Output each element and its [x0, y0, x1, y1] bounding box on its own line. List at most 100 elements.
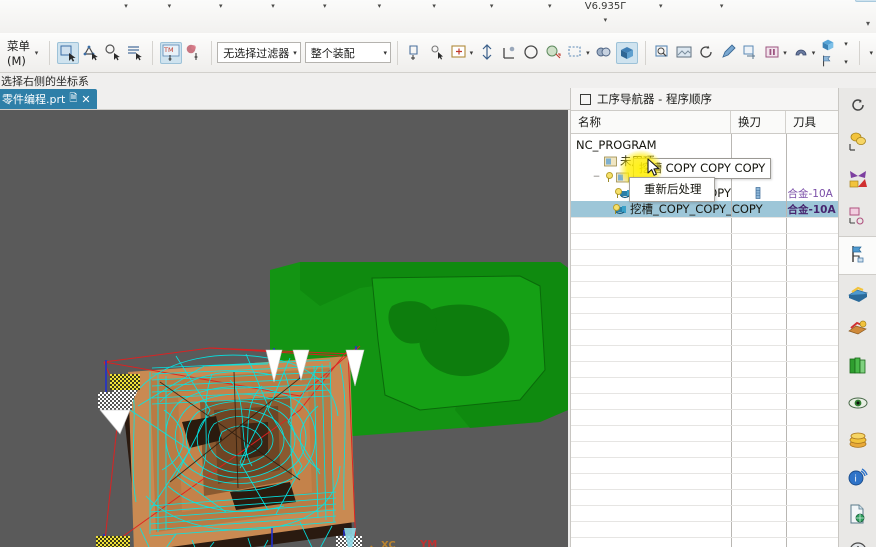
column-header-tool[interactable]: 刀具 — [786, 111, 838, 133]
chevron-down-icon[interactable]: ▾ — [378, 2, 382, 10]
box-icon[interactable] — [819, 37, 841, 53]
panel-pin-icon[interactable] — [580, 93, 591, 105]
axis-icon[interactable] — [499, 42, 519, 64]
tree-expander-icon[interactable] — [592, 157, 601, 166]
context-menu-item-repost[interactable]: 重新后处理 — [630, 178, 714, 201]
chevron-down-icon[interactable]: ▾ — [323, 2, 327, 10]
context-menu[interactable]: 重新后处理 — [629, 177, 715, 202]
chevron-down-icon[interactable]: ▾ — [586, 49, 590, 57]
folder-icon — [604, 156, 617, 167]
render-style-icon[interactable] — [594, 42, 614, 64]
measure-icon[interactable] — [477, 42, 497, 64]
status-lamp-icon[interactable] — [613, 187, 625, 199]
menu-button[interactable]: 菜单(M) ▾ — [2, 35, 43, 71]
snap-icon[interactable] — [427, 42, 447, 64]
chevron-down-icon[interactable]: ▾ — [168, 2, 172, 10]
rail-button-wifi-info[interactable]: i — [839, 460, 876, 497]
rail-button-books[interactable] — [839, 275, 876, 312]
ribbon-overflow-caret[interactable]: ▾ — [866, 19, 870, 28]
navigator-row-name-cell[interactable]: NC_PROGRAM — [571, 138, 729, 152]
ribbon-tab-6[interactable]: 渲染(R)▾ — [247, 0, 299, 10]
navigator-row[interactable]: 挖槽_COPY_COPY_COPY 合金-10A — [571, 201, 839, 217]
zoom-fit-icon[interactable] — [652, 42, 672, 64]
tree-expander-icon[interactable]: − — [592, 172, 601, 182]
rail-button-document-globe[interactable] — [839, 497, 876, 534]
lock-icon[interactable]: 🗎 — [69, 91, 77, 108]
ribbon-tab-12[interactable]: 望工外挂V6.935Γ▾ — [576, 0, 634, 24]
rail-button-refresh[interactable] — [839, 88, 876, 125]
chevron-down-icon[interactable]: ▾ — [124, 2, 128, 10]
pause-icon[interactable] — [762, 42, 782, 64]
image-icon[interactable] — [674, 42, 694, 64]
ribbon-tab-bar: 主页装配曲线曲面▾分析(L)▾视图(V)▾渲染(R)▾工具(T)▾应用模块▾图号… — [0, 0, 876, 34]
tnt-icon[interactable]: TM — [159, 41, 182, 64]
ribbon-tab-11[interactable]: 图层(G)▾ — [523, 0, 576, 10]
ribbon-tab-3[interactable]: 曲面▾ — [108, 0, 144, 10]
chevron-down-icon[interactable]: ▾ — [844, 40, 848, 48]
select-face-icon[interactable] — [81, 42, 101, 64]
ribbon-tab-13[interactable]: 帮助(H)▾ — [634, 0, 687, 10]
ribbon-tab-9[interactable]: 图号(S)▾ — [408, 0, 460, 10]
rail-button-butterfly[interactable] — [839, 162, 876, 199]
rotate-icon[interactable] — [521, 42, 541, 64]
pen-icon[interactable] — [718, 42, 738, 64]
navigator-row[interactable]: NC_PROGRAM — [571, 137, 839, 153]
insert-frame-icon[interactable] — [449, 42, 469, 64]
chevron-down-icon[interactable]: ▾ — [844, 58, 848, 66]
select-object-icon[interactable] — [56, 41, 79, 64]
rail-button-green-book[interactable] — [839, 349, 876, 386]
geometry-icon[interactable] — [184, 42, 204, 64]
chevron-down-icon[interactable]: ▾ — [490, 2, 494, 10]
column-header-toolchange[interactable]: 换刀 — [731, 111, 786, 133]
chevron-down-icon[interactable]: ▾ — [812, 49, 816, 57]
navigator-tree[interactable]: 挖槽_COPY_COPY_COPY合金-10A挖槽_COPY_COPY合金-10… — [571, 134, 839, 547]
rail-button-flag-tree[interactable] — [839, 236, 876, 275]
select-edge-icon[interactable] — [125, 42, 145, 64]
chevron-down-icon[interactable]: ▾ — [470, 49, 474, 57]
chevron-down-icon[interactable]: ▾ — [432, 2, 436, 10]
rail-button-clock[interactable] — [839, 534, 876, 547]
status-lamp-icon[interactable] — [604, 171, 613, 183]
flag-tree-icon — [847, 243, 869, 269]
chevron-down-icon[interactable]: ▾ — [604, 16, 608, 24]
ribbon-tab-5[interactable]: 视图(V)▾ — [195, 0, 247, 10]
column-header-name[interactable]: 名称 — [571, 111, 731, 133]
select-point-icon[interactable] — [103, 42, 123, 64]
toolbar-overflow-caret[interactable]: ▾ — [869, 49, 873, 57]
flag-icon[interactable] — [819, 53, 841, 69]
chevron-down-icon[interactable]: ▾ — [271, 2, 275, 10]
layout-icon[interactable] — [740, 42, 760, 64]
selection-filter-select[interactable]: 无选择过滤器 ▾ — [217, 42, 301, 63]
gold-coins-icon — [847, 131, 869, 157]
ribbon-tab-10[interactable]: 自定义(C)▾ — [460, 0, 523, 10]
sphere-icon[interactable] — [543, 42, 563, 64]
chevron-down-icon[interactable]: ▾ — [783, 49, 787, 57]
tree-expander-icon[interactable] — [608, 189, 610, 198]
rail-button-paint[interactable] — [839, 312, 876, 349]
graphics-viewport[interactable]: XC YM — [0, 110, 568, 547]
ribbon-tab-17[interactable]: 程序顺序视图 — [854, 0, 876, 2]
ribbon-tab-4[interactable]: 分析(L)▾ — [144, 0, 195, 10]
rail-button-gold-coins[interactable] — [839, 125, 876, 162]
ribbon-tab-14[interactable]: 双工天加工▾ — [687, 0, 756, 10]
file-tab[interactable]: 零件编程.prt 🗎 ✕ — [0, 89, 97, 109]
rail-button-eye[interactable] — [839, 386, 876, 423]
rail-button-coins-stack[interactable] — [839, 423, 876, 460]
navigator-row-name-cell[interactable]: 挖槽_COPY_COPY_COPY — [571, 201, 763, 217]
move-object-icon[interactable] — [405, 42, 425, 64]
close-icon[interactable]: ✕ — [81, 93, 90, 106]
chevron-down-icon[interactable]: ▾ — [659, 2, 663, 10]
orbit-icon[interactable] — [696, 42, 716, 64]
chevron-down-icon[interactable]: ▾ — [548, 2, 552, 10]
magnet-icon[interactable] — [791, 42, 811, 64]
rail-button-pink-box[interactable] — [839, 199, 876, 236]
ribbon-tab-8[interactable]: 应用模块▾ — [350, 0, 408, 10]
toolbar-divider — [858, 40, 860, 65]
chevron-down-icon[interactable]: ▾ — [219, 2, 223, 10]
window-select-icon[interactable] — [565, 42, 585, 64]
shade-view-icon[interactable] — [615, 41, 638, 64]
chevron-down-icon[interactable]: ▾ — [720, 2, 724, 10]
ribbon-tab-7[interactable]: 工具(T)▾ — [299, 0, 350, 10]
selection-scope-select[interactable]: 整个装配 ▾ — [304, 42, 391, 63]
navigator-gridline — [571, 281, 839, 282]
